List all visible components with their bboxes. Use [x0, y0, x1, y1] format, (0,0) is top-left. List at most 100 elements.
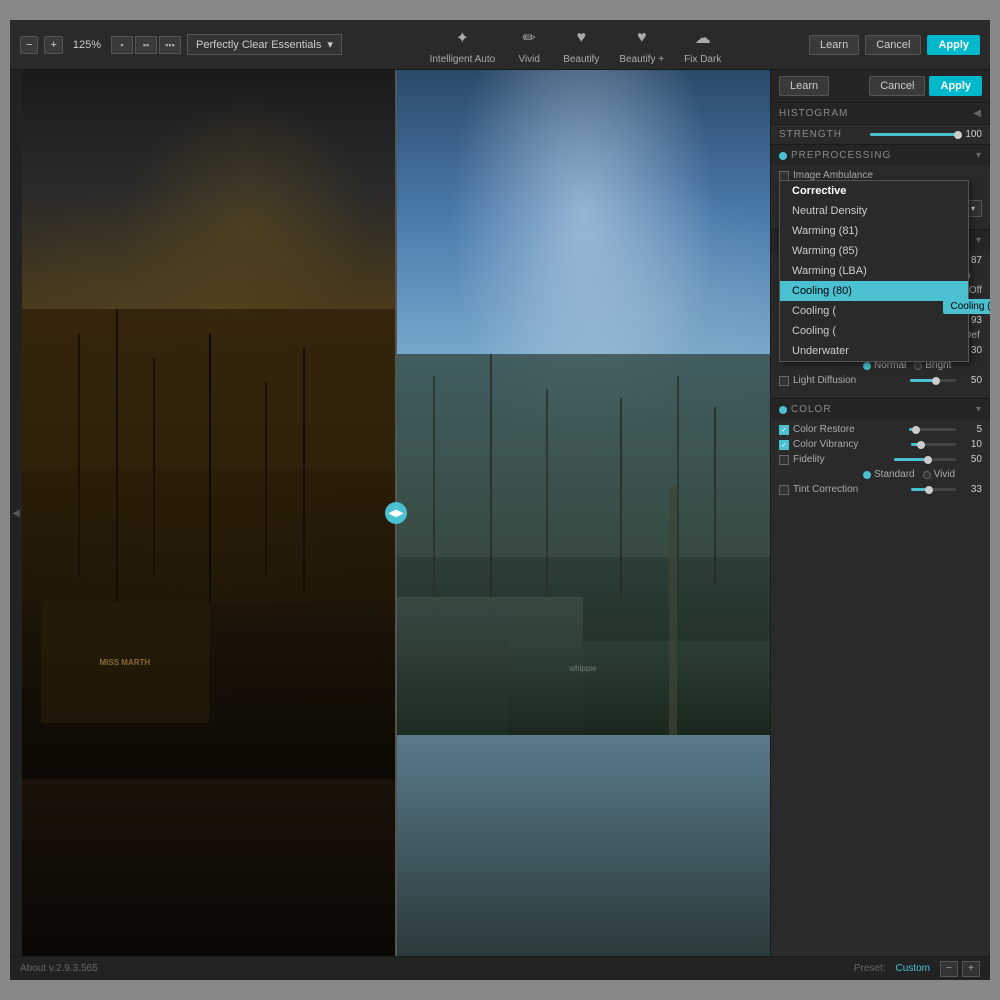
preset-fix-dark[interactable]: ☁ Fix Dark — [684, 24, 721, 65]
strength-value: 100 — [960, 129, 982, 140]
zoom-out-button[interactable]: − — [20, 36, 38, 54]
color-vibrancy-slider[interactable] — [911, 443, 956, 446]
split-handle[interactable]: ◀▶ — [385, 502, 407, 524]
preprocessing-header[interactable]: PREPROCESSING ▾ — [771, 145, 990, 166]
apply-button[interactable]: Apply — [927, 35, 980, 55]
beautify-plus-icon: ♥ — [628, 24, 656, 52]
light-diffusion-slider[interactable] — [910, 379, 956, 382]
panel-cancel-button[interactable]: Cancel — [869, 76, 925, 96]
color-restore-checkbox[interactable] — [779, 425, 789, 435]
preset-vivid[interactable]: ✏ Vivid — [515, 24, 543, 65]
vivid-icon: ✏ — [515, 24, 543, 52]
color-restore-label[interactable]: Color Restore — [779, 424, 855, 435]
strength-slider[interactable] — [870, 133, 961, 136]
preset-beautify[interactable]: ♥ Beautify — [563, 24, 599, 65]
view-grid-button[interactable]: ▪▪▪ — [159, 36, 181, 54]
strength-label: STRENGTH — [779, 129, 870, 140]
image-ambulance-checkbox[interactable] — [779, 171, 789, 181]
vivid-radio[interactable] — [923, 471, 931, 479]
strength-section: STRENGTH 100 Corrective Neut — [771, 124, 990, 144]
light-diffusion-checkbox[interactable] — [779, 376, 789, 386]
tint-correction-label[interactable]: Tint Correction — [779, 484, 858, 495]
preset-label: Preset: — [854, 963, 886, 974]
cooling-82b-label: Cooling ( — [792, 325, 836, 337]
dropdown-item-cooling-82b[interactable]: Cooling ( — [780, 321, 968, 341]
preset-beautify-plus[interactable]: ♥ Beautify + — [619, 24, 664, 65]
color-restore-value: 5 — [960, 424, 982, 435]
color-restore-text: Color Restore — [793, 424, 855, 435]
normal-radio[interactable] — [863, 362, 871, 370]
cancel-button[interactable]: Cancel — [865, 35, 921, 55]
dropdown-item-neutral-density[interactable]: Neutral Density — [780, 201, 968, 221]
histogram-label: HISTOGRAM — [779, 108, 848, 119]
dropdown-item-warming-85[interactable]: Warming (85) — [780, 241, 968, 261]
face-off-label: Off — [969, 285, 982, 296]
tint-correction-text: Tint Correction — [793, 484, 858, 495]
tint-correction-slider[interactable] — [911, 488, 956, 491]
status-plus-button[interactable]: + — [962, 961, 980, 977]
cooling-80-label: Cooling (80) — [792, 285, 852, 297]
dropdown-item-corrective-label: Corrective — [792, 185, 846, 197]
view-buttons: ▪ ▪▪ ▪▪▪ — [111, 36, 181, 54]
fidelity-label[interactable]: Fidelity — [779, 454, 825, 465]
vivid-label: Vivid — [518, 54, 540, 65]
zoom-in-button[interactable]: + — [44, 36, 62, 54]
version-label: About v.2.9.3.565 — [20, 963, 98, 974]
intelligent-auto-icon: ✦ — [448, 24, 476, 52]
status-buttons: − + — [940, 961, 980, 977]
fidelity-text: Fidelity — [793, 454, 825, 465]
tint-correction-checkbox[interactable] — [779, 485, 789, 495]
color-vibrancy-checkbox[interactable] — [779, 440, 789, 450]
filter-dropdown-arrow: ▾ — [971, 204, 975, 213]
color-collapse-icon: ▾ — [976, 404, 982, 415]
neutral-density-label: Neutral Density — [792, 205, 867, 217]
color-restore-row: Color Restore 5 — [779, 424, 982, 435]
histogram-collapse-icon: ◀ — [973, 108, 982, 119]
warming-85-label: Warming (85) — [792, 245, 858, 257]
histogram-header[interactable]: HISTOGRAM ◀ — [771, 103, 990, 124]
view-split-button[interactable]: ▪▪ — [135, 36, 157, 54]
left-collapse-arrow[interactable]: ◀ — [10, 70, 22, 956]
water-left — [22, 779, 396, 956]
preset-selector[interactable]: Perfectly Clear Essentials ▾ — [187, 34, 342, 55]
dropdown-item-underwater[interactable]: Underwater — [780, 341, 968, 361]
right-panel: Learn Cancel Apply HISTOGRAM ◀ STRENGTH — [770, 70, 990, 956]
color-vibrancy-value: 10 — [960, 439, 982, 450]
color-dot — [779, 406, 787, 414]
color-header[interactable]: COLOR ▾ — [771, 399, 990, 420]
preset-intelligent-auto[interactable]: ✦ Intelligent Auto — [430, 24, 496, 65]
fidelity-radio-row: Standard Vivid — [779, 469, 982, 480]
vivid-radio-item[interactable]: Vivid — [923, 469, 956, 480]
panel-header-buttons: Learn Cancel Apply — [771, 70, 990, 102]
warming-lba-label: Warming (LBA) — [792, 265, 867, 277]
color-section: COLOR ▾ Color Restore — [771, 398, 990, 507]
standard-radio-item[interactable]: Standard — [863, 469, 915, 480]
preprocessing-collapse-icon: ▾ — [976, 150, 982, 161]
fidelity-radio-group: Standard Vivid — [863, 469, 955, 480]
toolbar-presets: ✦ Intelligent Auto ✏ Vivid ♥ Beautify ♥ … — [350, 24, 801, 65]
status-minus-button[interactable]: − — [940, 961, 958, 977]
preprocessing-dot — [779, 152, 787, 160]
panel-learn-button[interactable]: Learn — [779, 76, 829, 96]
fidelity-checkbox[interactable] — [779, 455, 789, 465]
panel-apply-button[interactable]: Apply — [929, 76, 982, 96]
bright-radio[interactable] — [914, 362, 922, 370]
dropdown-item-warming-lba[interactable]: Warming (LBA) — [780, 261, 968, 281]
fidelity-slider[interactable] — [894, 458, 956, 461]
light-diffusion-value: 50 — [960, 375, 982, 386]
color-content: Color Restore 5 — [771, 420, 990, 507]
dropdown-item-cooling-80[interactable]: Cooling (80) — [780, 281, 968, 301]
dropdown-item-cooling-82[interactable]: Cooling ( Cooling (80) — [780, 301, 968, 321]
learn-button[interactable]: Learn — [809, 35, 859, 55]
outer-wrapper: − + 125% ▪ ▪▪ ▪▪▪ Perfectly Clear Essent… — [0, 0, 1000, 1000]
color-vibrancy-label[interactable]: Color Vibrancy — [779, 439, 858, 450]
dropdown-item-warming-81[interactable]: Warming (81) — [780, 221, 968, 241]
view-single-button[interactable]: ▪ — [111, 36, 133, 54]
toolbar-left: − + 125% ▪ ▪▪ ▪▪▪ Perfectly Clear Essent… — [20, 34, 342, 55]
color-restore-slider[interactable] — [909, 428, 956, 431]
dropdown-item-corrective[interactable]: Corrective — [780, 181, 968, 201]
standard-radio[interactable] — [863, 471, 871, 479]
light-diffusion-label[interactable]: Light Diffusion — [779, 375, 856, 386]
color-vibrancy-row: Color Vibrancy 10 — [779, 439, 982, 450]
tint-correction-value: 33 — [960, 484, 982, 495]
